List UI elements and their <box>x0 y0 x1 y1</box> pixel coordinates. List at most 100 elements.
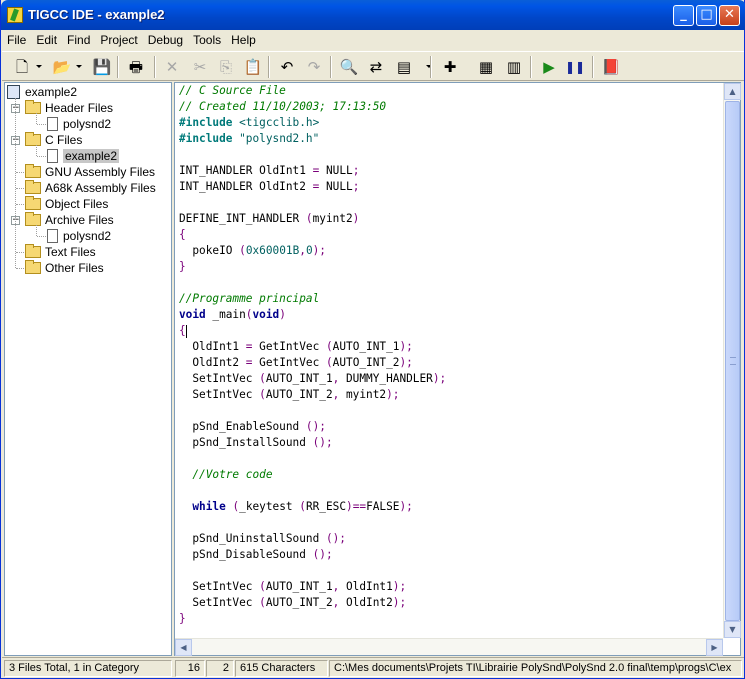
tree-item-gnu-assembly-files[interactable]: GNU Assembly Files <box>25 164 155 180</box>
save-icon[interactable]: 💾 <box>92 57 112 77</box>
code-token: RR_ESC <box>305 500 347 513</box>
code-line[interactable]: #include "polysnd2.h" <box>179 131 446 147</box>
new-file-icon[interactable]: 🗋 <box>12 57 32 77</box>
compile-icon[interactable]: ▦ <box>476 57 496 77</box>
find-icon[interactable]: 🔍 <box>339 57 359 77</box>
source-code[interactable]: // C Source File // Created 11/10/2003; 1… <box>179 83 446 627</box>
cut-icon[interactable]: ✂ <box>190 57 210 77</box>
code-line[interactable] <box>179 451 446 467</box>
find-function-icon[interactable]: ▤ <box>394 57 414 77</box>
tree-item-text-files[interactable]: Text Files <box>25 244 96 260</box>
paste-icon[interactable]: 📋 <box>243 57 263 77</box>
code-line[interactable]: SetIntVec (AUTO_INT_2, myint2); <box>179 387 446 403</box>
vertical-scrollbar[interactable]: ▲ ▼ <box>723 83 741 638</box>
menu-find[interactable]: Find <box>62 33 95 47</box>
tigcc-app-icon[interactable] <box>7 7 23 23</box>
code-line[interactable]: { <box>179 323 446 339</box>
menu-help[interactable]: Help <box>226 33 261 47</box>
close-button[interactable]: ✕ <box>719 5 740 26</box>
maximize-button[interactable]: □ <box>696 5 717 26</box>
add-file-icon[interactable]: ✚ <box>440 57 460 77</box>
tree-item-c-files[interactable]: C Files <box>25 132 82 148</box>
code-token: void <box>179 308 206 321</box>
print-icon[interactable]: 🖶 <box>126 57 146 77</box>
tree-project-root[interactable]: example2 <box>7 84 77 100</box>
menu-tools[interactable]: Tools <box>188 33 226 47</box>
tree-item-polysnd2[interactable]: polysnd2 <box>47 116 111 132</box>
code-line[interactable] <box>179 403 446 419</box>
dropdown-arrow-icon[interactable] <box>36 65 42 68</box>
code-line[interactable]: OldInt1 = GetIntVec (AUTO_INT_1); <box>179 339 446 355</box>
tree-connector <box>16 268 24 269</box>
make-icon[interactable]: ▥ <box>504 57 524 77</box>
folder-icon <box>25 164 41 178</box>
code-line[interactable] <box>179 483 446 499</box>
code-line[interactable]: while (_keytest (RR_ESC)==FALSE); <box>179 499 446 515</box>
minimize-button[interactable]: _ <box>673 5 694 26</box>
code-line[interactable]: SetIntVec (AUTO_INT_1, OldInt1); <box>179 579 446 595</box>
tree-item-polysnd2[interactable]: polysnd2 <box>47 228 111 244</box>
code-line[interactable]: #include <tigcclib.h> <box>179 115 446 131</box>
redo-icon[interactable]: ↷ <box>304 57 324 77</box>
replace-icon[interactable]: ⇄ <box>366 57 386 77</box>
code-line[interactable]: //Votre code <box>179 467 446 483</box>
menu-debug[interactable]: Debug <box>143 33 188 47</box>
code-line[interactable]: { <box>179 227 446 243</box>
code-line[interactable]: INT_HANDLER OldInt2 = NULL; <box>179 179 446 195</box>
code-line[interactable]: SetIntVec (AUTO_INT_2, OldInt2); <box>179 595 446 611</box>
code-line[interactable]: INT_HANDLER OldInt1 = NULL; <box>179 163 446 179</box>
code-line[interactable] <box>179 563 446 579</box>
run-icon[interactable]: ▶ <box>539 57 559 77</box>
code-token: pSnd_UninstallSound <box>179 532 326 545</box>
scroll-up-icon[interactable]: ▲ <box>724 83 741 100</box>
undo-icon[interactable]: ↶ <box>277 57 297 77</box>
title-bar[interactable]: TIGCC IDE - example2 _ □ ✕ <box>1 0 745 30</box>
tree-item-label: A68k Assembly Files <box>45 181 156 195</box>
scroll-right-icon[interactable]: ▶ <box>706 639 723 656</box>
folder-icon <box>25 100 41 114</box>
tree-item-header-files[interactable]: Header Files <box>25 100 113 116</box>
code-line[interactable]: // Created 11/10/2003; 17:13:50 <box>179 99 446 115</box>
code-line[interactable] <box>179 147 446 163</box>
menu-file[interactable]: File <box>2 33 31 47</box>
tree-item-other-files[interactable]: Other Files <box>25 260 104 276</box>
code-line[interactable]: pSnd_InstallSound (); <box>179 435 446 451</box>
tree-item-archive-files[interactable]: Archive Files <box>25 212 114 228</box>
code-token: )== <box>346 500 367 513</box>
code-line[interactable] <box>179 195 446 211</box>
vertical-scroll-thumb[interactable] <box>725 101 740 621</box>
project-tree[interactable]: example2− Header Files polysnd2− C Files exa… <box>4 82 172 656</box>
dropdown-arrow-icon[interactable] <box>76 65 82 68</box>
folder-icon <box>25 244 41 258</box>
code-line[interactable]: pSnd_EnableSound (); <box>179 419 446 435</box>
menu-edit[interactable]: Edit <box>31 33 62 47</box>
code-line[interactable]: } <box>179 611 446 627</box>
code-line[interactable]: DEFINE_INT_HANDLER (myint2) <box>179 211 446 227</box>
code-line[interactable]: pokeIO (0x60001B,0); <box>179 243 446 259</box>
code-line[interactable]: pSnd_DisableSound (); <box>179 547 446 563</box>
copy-icon[interactable]: ⎘ <box>216 57 236 77</box>
tree-item-label: polysnd2 <box>63 229 112 243</box>
help-book-icon[interactable]: 📕 <box>601 57 621 77</box>
code-line[interactable]: pSnd_UninstallSound (); <box>179 531 446 547</box>
menu-project[interactable]: Project <box>95 33 142 47</box>
code-line[interactable]: } <box>179 259 446 275</box>
horizontal-scrollbar[interactable]: ◀ ▶ <box>175 638 723 656</box>
tree-item-example2[interactable]: example2 <box>47 148 120 164</box>
tree-item-a68k-assembly-files[interactable]: A68k Assembly Files <box>25 180 156 196</box>
code-line[interactable]: void _main(void) <box>179 307 446 323</box>
code-token: OldInt1 <box>339 580 393 593</box>
scroll-left-icon[interactable]: ◀ <box>175 639 192 656</box>
code-editor[interactable]: // C Source File // Created 11/10/2003; 1… <box>174 82 741 656</box>
code-line[interactable]: //Programme principal <box>179 291 446 307</box>
code-line[interactable] <box>179 275 446 291</box>
delete-icon[interactable]: ✕ <box>162 57 182 77</box>
code-line[interactable] <box>179 515 446 531</box>
scroll-down-icon[interactable]: ▼ <box>724 621 741 638</box>
code-line[interactable]: SetIntVec (AUTO_INT_1, DUMMY_HANDLER); <box>179 371 446 387</box>
tree-item-object-files[interactable]: Object Files <box>25 196 108 212</box>
code-line[interactable]: // C Source File <box>179 83 446 99</box>
code-line[interactable]: OldInt2 = GetIntVec (AUTO_INT_2); <box>179 355 446 371</box>
pause-icon[interactable]: ❚❚ <box>565 57 585 77</box>
open-icon[interactable]: 📂 <box>52 57 72 77</box>
